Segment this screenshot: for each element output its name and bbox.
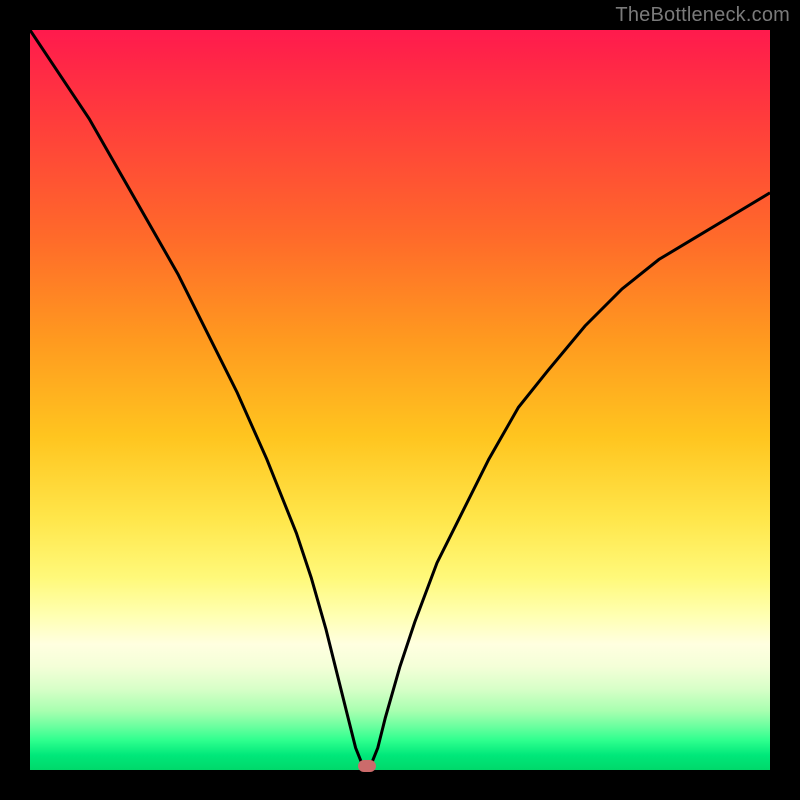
chart-frame: TheBottleneck.com — [0, 0, 800, 800]
plot-area — [30, 30, 770, 770]
watermark-text: TheBottleneck.com — [615, 4, 790, 27]
bottleneck-curve — [30, 30, 770, 766]
curve-svg — [30, 30, 770, 770]
optimum-marker — [358, 760, 376, 772]
